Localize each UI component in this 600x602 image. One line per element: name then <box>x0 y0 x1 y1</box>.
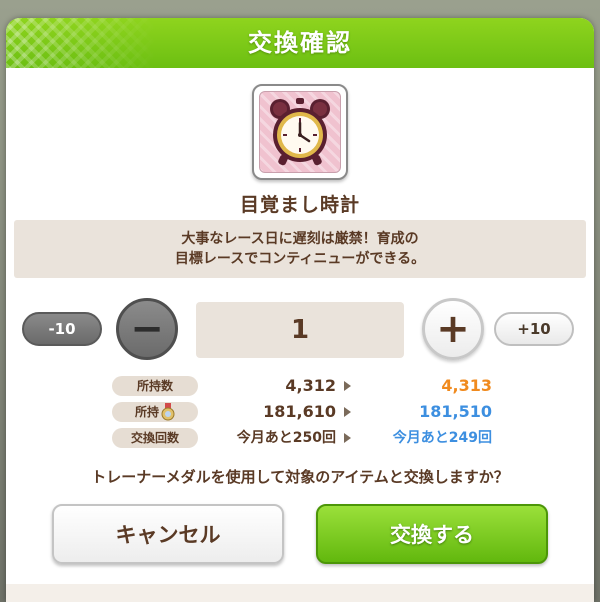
arrow-right-icon <box>344 381 351 391</box>
plus-10-button[interactable]: +10 <box>494 312 574 346</box>
owned-count-after: 4,313 <box>441 376 492 395</box>
exchange-button[interactable]: 交換する <box>316 504 548 564</box>
minus-button[interactable]: − <box>116 298 178 360</box>
owned-count-current: 4,312 <box>285 376 336 395</box>
arrow-right-icon <box>344 433 351 443</box>
exchange-limit-current: 今月あと250回 <box>236 430 336 446</box>
exchange-limit-row: 交換回数 今月あと250回 今月あと249回 <box>6 428 594 450</box>
quantity-value: 1 <box>196 302 404 358</box>
medal-count-row: 所持 181,610 181,510 <box>6 402 594 424</box>
description-line-1: 大事なレース日に遅刻は厳禁！育成の <box>181 231 419 247</box>
description-line-2: 目標レースでコンティニューができる。 <box>174 251 426 267</box>
medal-count-after: 181,510 <box>419 402 492 421</box>
trainer-medal-icon <box>161 403 175 421</box>
alarm-clock-icon <box>270 98 330 166</box>
dialog-header: 交換確認 <box>6 18 594 68</box>
owned-count-label: 所持数 <box>112 376 198 396</box>
minus-10-button[interactable]: -10 <box>22 312 102 346</box>
medal-count-current: 181,610 <box>263 402 336 421</box>
dialog-footer <box>6 584 594 602</box>
medal-count-label: 所持 <box>112 402 198 422</box>
item-description: 大事なレース日に遅刻は厳禁！育成の 目標レースでコンティニューができる。 <box>14 220 586 278</box>
exchange-limit-label: 交換回数 <box>112 428 198 448</box>
dialog-title: 交換確認 <box>248 29 352 57</box>
exchange-limit-after: 今月あと249回 <box>392 430 492 446</box>
arrow-right-icon <box>344 407 351 417</box>
cancel-button[interactable]: キャンセル <box>52 504 284 564</box>
plus-button[interactable]: + <box>422 298 484 360</box>
item-name: 目覚まし時計 <box>239 194 360 216</box>
confirm-question: トレーナーメダルを使用して対象のアイテムと交換しますか？ <box>91 468 509 486</box>
exchange-confirm-dialog: 交換確認 目覚まし時計 大事なレース日に遅刻は厳禁！育成の 目標レースでコンティ… <box>6 18 594 602</box>
item-icon-frame <box>252 84 348 180</box>
owned-count-row: 所持数 4,312 4,313 <box>6 376 594 398</box>
